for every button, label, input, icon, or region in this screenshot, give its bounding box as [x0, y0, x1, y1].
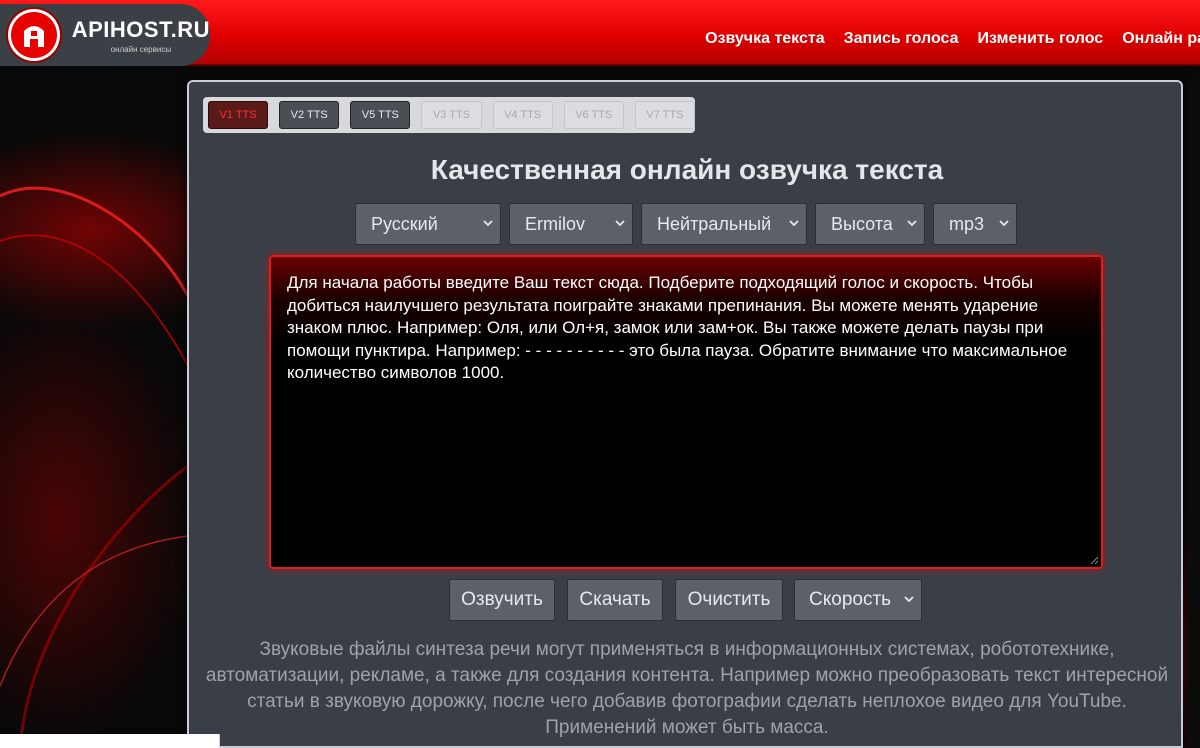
description-text: Звуковые файлы синтеза речи могут примен…	[205, 639, 1169, 738]
tab-v5-tts[interactable]: V5 TTS	[350, 101, 411, 129]
nav-link-text-to-speech[interactable]: Озвучка текста	[705, 30, 825, 48]
chevron-down-icon	[999, 220, 1009, 227]
chevron-down-icon	[615, 220, 625, 227]
voice-select[interactable]: Ermilov	[509, 203, 633, 245]
text-input-area[interactable]: Для начала работы введите Ваш текст сюда…	[269, 255, 1103, 569]
logo-title: APIHOST.RU	[71, 16, 210, 42]
tab-v6-tts: V6 TTS	[563, 101, 624, 129]
site-logo[interactable]: APIHOST.RU онлайн сервисы	[0, 4, 210, 66]
speak-button[interactable]: Озвучить	[449, 579, 555, 621]
nav-link-online[interactable]: Онлайн ра	[1122, 30, 1200, 48]
resize-grip-icon[interactable]	[1089, 555, 1099, 565]
pitch-select-value: Высота	[831, 213, 893, 234]
tts-version-tabs: V1 TTS V2 TTS V5 TTS V3 TTS V4 TTS V6 TT…	[203, 97, 695, 133]
tab-v2-tts[interactable]: V2 TTS	[279, 101, 340, 129]
site-header: APIHOST.RU онлайн сервисы Озвучка текста…	[0, 0, 1200, 66]
emotion-select-value: Нейтральный	[657, 213, 772, 234]
voice-select-value: Ermilov	[525, 213, 586, 234]
format-select[interactable]: mp3	[933, 203, 1017, 245]
chevron-down-icon	[904, 596, 914, 603]
chevron-down-icon	[907, 220, 917, 227]
chevron-down-icon	[483, 220, 493, 227]
language-select-value: Русский	[371, 213, 438, 234]
tab-v7-tts: V7 TTS	[634, 101, 695, 129]
logo-subtitle: онлайн сервисы	[110, 44, 172, 54]
tab-v4-tts: V4 TTS	[492, 101, 553, 129]
bottom-bar	[0, 734, 220, 748]
pitch-select[interactable]: Высота	[815, 203, 925, 245]
format-select-value: mp3	[949, 213, 985, 234]
nav-link-voice-change[interactable]: Изменить голос	[978, 30, 1104, 48]
speed-select-value: Скорость	[809, 589, 892, 610]
nav-link-voice-record[interactable]: Запись голоса	[844, 30, 959, 48]
action-buttons: Озвучить Скачать Очистить Скорость	[189, 579, 1185, 621]
tab-v3-tts: V3 TTS	[421, 101, 482, 129]
emotion-select[interactable]: Нейтральный	[641, 203, 807, 245]
logo-a-icon	[8, 9, 60, 61]
speed-select[interactable]: Скорость	[794, 579, 922, 621]
page-title: Качественная онлайн озвучка текста	[430, 154, 944, 185]
clear-button[interactable]: Очистить	[675, 579, 783, 621]
tts-panel: V1 TTS V2 TTS V5 TTS V3 TTS V4 TTS V6 TT…	[187, 80, 1183, 748]
right-edge-strip	[1188, 80, 1200, 748]
background-swoosh	[0, 186, 190, 748]
language-select[interactable]: Русский	[355, 203, 501, 245]
chevron-down-icon	[789, 220, 799, 227]
tab-v1-tts[interactable]: V1 TTS	[208, 101, 269, 129]
download-button[interactable]: Скачать	[567, 579, 663, 621]
main-nav: Озвучка текста Запись голоса Изменить го…	[705, 30, 1200, 48]
text-input-content: Для начала работы введите Ваш текст сюда…	[287, 273, 1068, 382]
